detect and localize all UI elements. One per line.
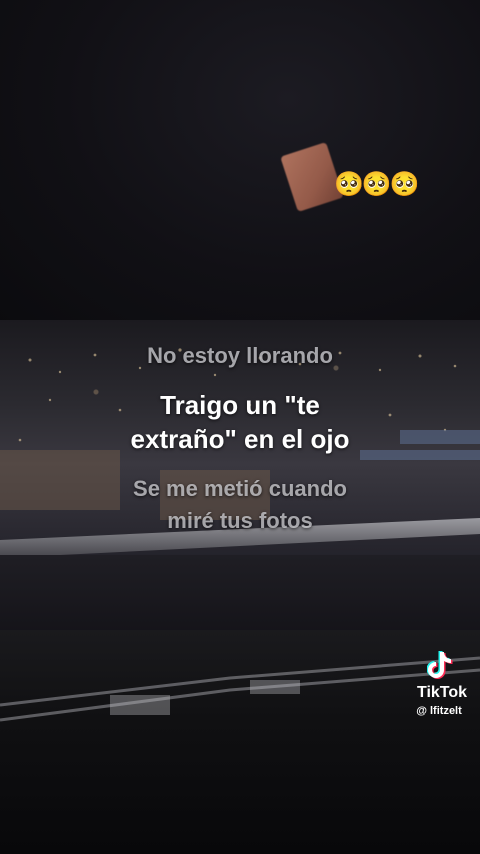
tiktok-brand-name: TikTok: [416, 684, 468, 701]
pleading-face-emojis: 🥺🥺🥺: [334, 170, 420, 198]
window-reflection: [0, 656, 480, 722]
caption-line-2: Traigo un "te extraño" en el ojo: [0, 388, 480, 456]
caption-line-3: Se me metió cuando miré tus fotos: [0, 473, 480, 537]
caption-text: Traigo un "te: [160, 390, 320, 420]
tiktok-logo-icon: [427, 651, 453, 679]
caption-text: No estoy llorando: [147, 343, 333, 368]
tiktok-watermark: TikTok @ lfitzelt: [412, 648, 472, 717]
night-sky: [0, 0, 480, 330]
caption-text: Se me metió cuando: [133, 476, 347, 501]
caption-line-1: No estoy llorando: [0, 343, 480, 369]
caption-text: extraño" en el ojo: [130, 424, 350, 454]
tiktok-username: @ lfitzelt: [416, 705, 462, 717]
caption-text: miré tus fotos: [167, 508, 313, 533]
